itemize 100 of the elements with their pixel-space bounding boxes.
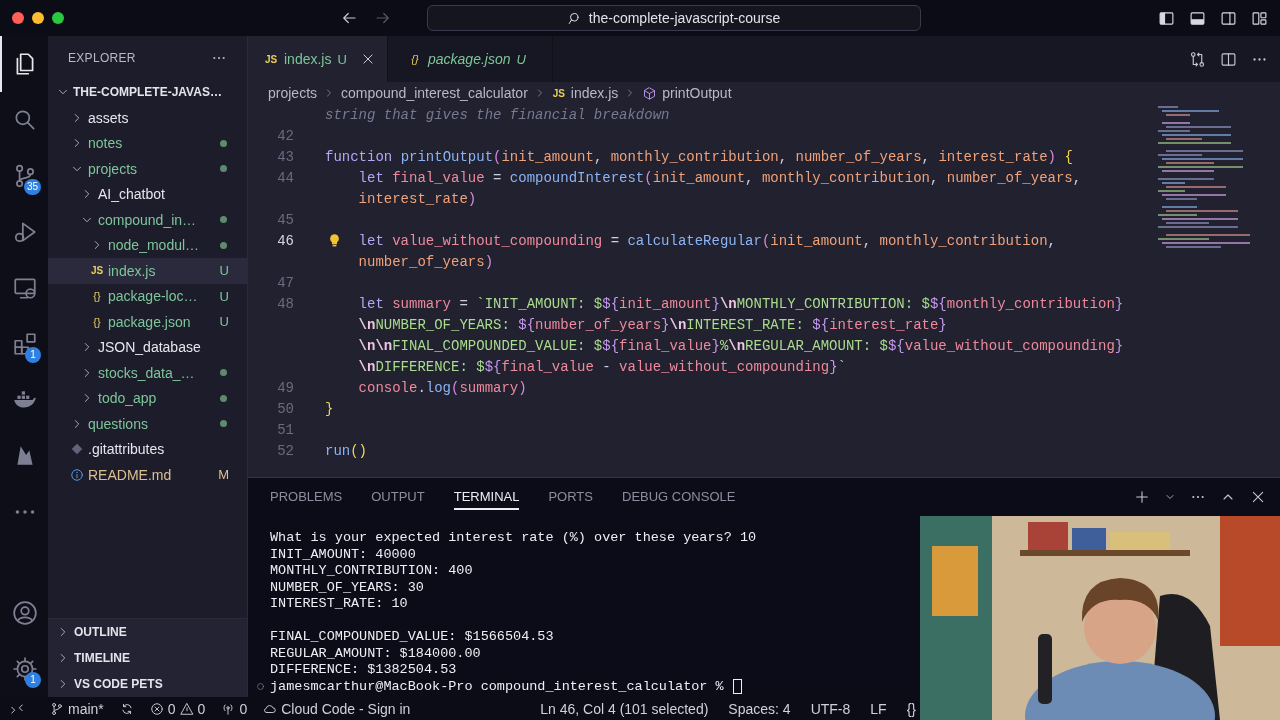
- section-header[interactable]: TIMELINE: [48, 645, 247, 671]
- line-number: 48: [277, 295, 294, 312]
- folder-section-header[interactable]: THE-COMPLETE-JAVAS…: [48, 79, 247, 105]
- tree-item[interactable]: compound_in…: [48, 207, 247, 233]
- settings-icon[interactable]: [12, 656, 38, 682]
- breadcrumb[interactable]: compound_interest_calculator: [339, 85, 530, 101]
- terminal-line: FINAL_COMPOUNDED_VALUE: $1566504.53: [270, 629, 555, 646]
- tree-item[interactable]: JS index.js U: [48, 258, 247, 284]
- file-type-icon: JS: [264, 53, 278, 65]
- tree-item[interactable]: todo_app: [48, 385, 247, 411]
- tree-item[interactable]: {} package-loc… U: [48, 283, 247, 309]
- tree-item[interactable]: notes: [48, 130, 247, 156]
- lightbulb-icon[interactable]: [327, 233, 342, 248]
- toggle-sidebar-icon[interactable]: [1158, 9, 1175, 27]
- panel-tab[interactable]: PROBLEMS: [270, 478, 343, 516]
- line-number: 47: [277, 274, 294, 291]
- status-item[interactable]: LF: [870, 700, 887, 717]
- terminal-line: INIT_AMOUNT: 40000: [270, 546, 417, 563]
- code-line: function printOutput(init_amount, monthly_contribution, number_of_years, interest_rate) {: [325, 148, 1073, 165]
- compare-changes-icon[interactable]: [1189, 50, 1206, 68]
- terminal-line: DIFFERENCE: $1382504.53: [270, 662, 458, 679]
- info-icon: [70, 467, 84, 482]
- branch-status[interactable]: main*: [50, 700, 104, 717]
- close-window-button[interactable]: [12, 12, 24, 24]
- line-number: 46: [277, 232, 294, 249]
- status-dot-icon: [220, 216, 227, 224]
- warning-icon: [179, 701, 194, 716]
- status-item[interactable]: {}: [906, 700, 916, 717]
- notification-badge: 1: [25, 672, 41, 688]
- ports-status[interactable]: 0: [221, 700, 248, 717]
- broadcast-icon: [221, 701, 236, 716]
- breadcrumb[interactable]: printOutput: [640, 85, 734, 101]
- code-line: let summary = `INIT_AMOUNT: $${init_amount}\nMONTHLY_CONTRIBUTION: $${monthly_contribution}: [358, 295, 1124, 312]
- line-number: 44: [277, 169, 294, 186]
- code-line: number_of_years): [358, 253, 494, 270]
- editor-tab[interactable]: {} package.json U: [388, 36, 553, 82]
- breadcrumb[interactable]: projects: [266, 85, 320, 101]
- breadcrumb[interactable]: JS index.js: [549, 85, 621, 101]
- panel-tab[interactable]: OUTPUT: [371, 478, 425, 516]
- diamond-icon: [70, 442, 84, 457]
- cloud-status[interactable]: Cloud Code - Sign in: [263, 700, 411, 717]
- code-line: let value_without_compounding = calculateRegular(init_amount, monthly_contribution,: [358, 232, 1056, 249]
- editor-tab[interactable]: JS index.js U: [248, 36, 388, 82]
- status-item[interactable]: Spaces: 4: [728, 700, 791, 717]
- tree-item[interactable]: README.md M: [48, 462, 247, 488]
- minimize-window-button[interactable]: [32, 12, 44, 24]
- code-line: string that gives the financial breakdown: [325, 106, 670, 123]
- close-icon[interactable]: [360, 52, 375, 66]
- tree-item[interactable]: assets: [48, 105, 247, 131]
- command-center[interactable]: the-complete-javascript-course: [427, 5, 921, 31]
- tree-item[interactable]: node_modul…: [48, 232, 247, 258]
- terminal-line: MONTHLY_CONTRIBUTION: 400: [270, 563, 474, 580]
- code-line: let final_value = compoundInterest(init_amount, monthly_contribution, number_of_years,: [358, 169, 1082, 186]
- customize-layout-icon[interactable]: [1251, 9, 1268, 27]
- status-item[interactable]: Ln 46, Col 4 (101 selected): [540, 700, 709, 717]
- file-type-icon: {}: [90, 290, 104, 303]
- code-line: }: [325, 400, 334, 417]
- panel-tab[interactable]: PORTS: [548, 478, 593, 516]
- file-type-icon: JS: [551, 87, 566, 99]
- toggle-panel-icon[interactable]: [1189, 9, 1206, 27]
- terminal-line: What is your expected interest rate (%) over these years? 10: [270, 530, 758, 547]
- remote-explorer-icon[interactable]: [12, 275, 38, 301]
- extensions-icon[interactable]: [12, 331, 38, 357]
- file-type-icon: {}: [90, 315, 104, 328]
- code-line: \nDIFFERENCE: $${final_value - value_without_compounding}`: [358, 358, 846, 375]
- code-line: run(): [325, 442, 368, 459]
- panel-tab[interactable]: TERMINAL: [453, 478, 520, 510]
- tree-item[interactable]: questions: [48, 411, 247, 437]
- status-dot-icon: [220, 369, 227, 377]
- line-number: 45: [277, 211, 294, 228]
- tree-item[interactable]: .gitattributes: [48, 436, 247, 462]
- zoom-window-button[interactable]: [52, 12, 64, 24]
- status-dot-icon: [220, 241, 227, 249]
- code-line: \n\nFINAL_COMPOUNDED_VALUE: $${final_value}%\nREGULAR_AMOUNT: $${value_without_compounding}: [358, 337, 1124, 354]
- tree-item[interactable]: {} package.json U: [48, 309, 247, 335]
- account-icon[interactable]: [12, 600, 38, 626]
- tree-item[interactable]: projects: [48, 156, 247, 182]
- status-item[interactable]: UTF-8: [810, 700, 851, 717]
- remote-icon: [10, 701, 24, 716]
- terminal-prompt: jamesmcarthur@MacBook-Pro compound_interest_calculator %: [270, 678, 724, 695]
- cube-icon: [642, 85, 658, 101]
- code-line: console.log(summary): [358, 379, 527, 396]
- line-number: 43: [277, 148, 294, 165]
- sync-status[interactable]: [119, 701, 134, 716]
- plus-icon[interactable]: [1134, 489, 1150, 505]
- section-header[interactable]: OUTLINE: [48, 619, 247, 645]
- tree-item[interactable]: stocks_data_…: [48, 360, 247, 386]
- problems-status[interactable]: 0 0: [149, 700, 206, 717]
- tree-item[interactable]: JSON_database: [48, 334, 247, 360]
- tree-item[interactable]: AI_chatbot: [48, 181, 247, 207]
- toggle-secondary-sidebar-icon[interactable]: [1220, 9, 1237, 27]
- panel-tab[interactable]: DEBUG CONSOLE: [622, 478, 736, 516]
- section-header[interactable]: VS CODE PETS: [48, 671, 247, 697]
- branch-icon: [50, 701, 64, 716]
- status-dot-icon: [220, 394, 227, 402]
- split-editor-icon[interactable]: [1220, 50, 1237, 68]
- close-icon[interactable]: [1250, 489, 1266, 505]
- line-number: 50: [277, 400, 294, 417]
- code-line: interest_rate): [358, 190, 477, 207]
- status-dot-icon: [220, 165, 227, 173]
